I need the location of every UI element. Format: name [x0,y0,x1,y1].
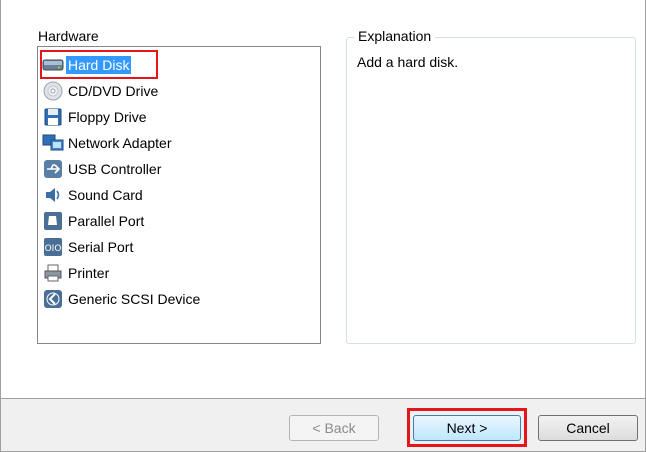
scsi-icon [42,288,64,310]
explanation-text: Add a hard disk. [357,54,459,70]
printer-icon [42,262,64,284]
sound-card-label: Sound Card [68,187,143,203]
list-item-hard-disk[interactable]: Hard Disk [42,53,132,77]
list-item-serial-port[interactable]: OIO Serial Port [42,235,135,259]
floppy-label: Floppy Drive [68,109,147,125]
next-button[interactable]: Next > [413,415,521,441]
serial-port-label: Serial Port [68,239,134,255]
list-item-network-adapter[interactable]: Network Adapter [42,131,174,155]
usb-controller-label: USB Controller [68,161,162,177]
svg-text:OIO: OIO [45,244,62,254]
usb-icon [42,158,64,180]
printer-label: Printer [68,265,110,281]
list-item-parallel-port[interactable]: Parallel Port [42,209,146,233]
explanation-group [346,37,636,344]
list-item-usb-controller[interactable]: USB Controller [42,157,163,181]
list-item-cd-dvd-drive[interactable]: CD/DVD Drive [42,79,160,103]
list-item-sound-card[interactable]: Sound Card [42,183,145,207]
network-adapter-label: Network Adapter [68,135,172,151]
serial-port-icon: OIO [42,236,64,258]
cancel-button[interactable]: Cancel [538,415,638,441]
add-hardware-dialog: Hardware Hard Disk CD/DVD Drive Floppy D… [0,0,646,452]
list-item-printer[interactable]: Printer [42,261,111,285]
network-adapter-icon [42,132,64,154]
parallel-port-label: Parallel Port [68,213,145,229]
floppy-icon [42,106,64,128]
hard-disk-label: Hard Disk [66,56,132,74]
parallel-port-icon [42,210,64,232]
hardware-label: Hardware [38,28,99,44]
scsi-label: Generic SCSI Device [68,291,201,307]
list-item-generic-scsi-device[interactable]: Generic SCSI Device [42,287,202,311]
hard-disk-icon [42,54,64,76]
cd-dvd-icon [42,80,64,102]
hardware-list[interactable]: Hard Disk CD/DVD Drive Floppy Drive Netw… [37,46,321,344]
list-item-floppy-drive[interactable]: Floppy Drive [42,105,149,129]
explanation-title: Explanation [354,28,436,44]
back-button[interactable]: < Back [289,415,379,441]
cd-dvd-label: CD/DVD Drive [68,83,159,99]
sound-card-icon [42,184,64,206]
wizard-content-panel: Hardware Hard Disk CD/DVD Drive Floppy D… [1,0,645,399]
